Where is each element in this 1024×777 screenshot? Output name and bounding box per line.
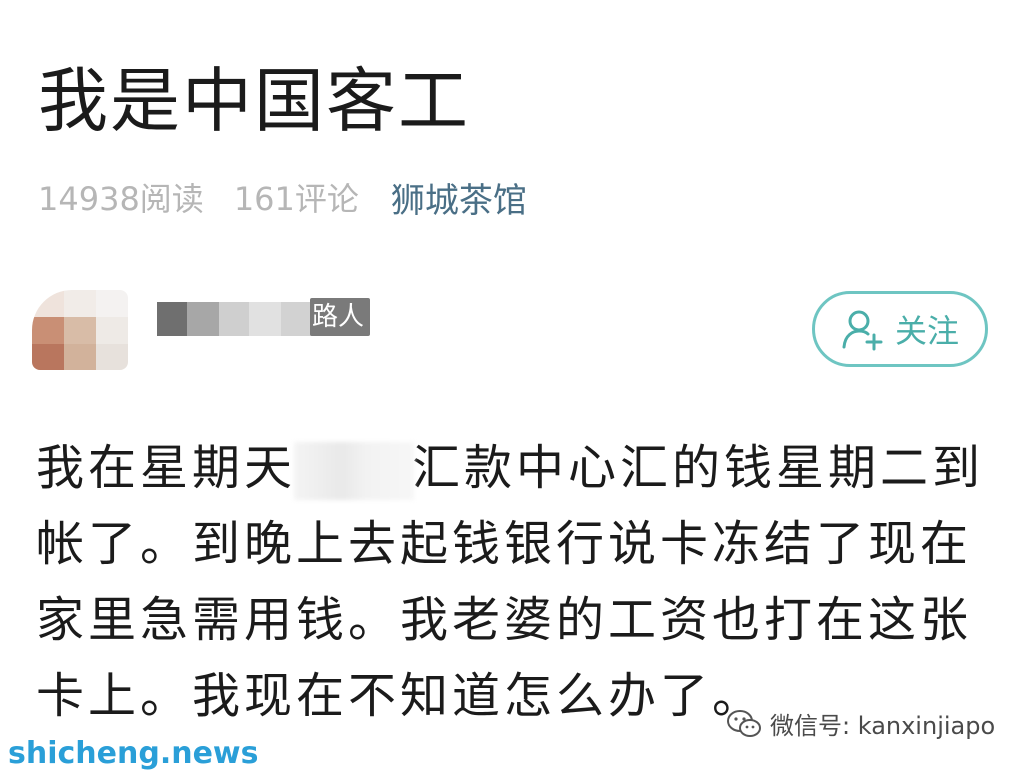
wechat-label: 微信号: kanxinjiapo <box>770 712 996 740</box>
content-line: 帐了。到晚上去起钱银行说卡冻结了现在 <box>36 516 973 572</box>
read-count: 14938阅读 <box>38 180 204 218</box>
follow-button[interactable]: 关注 <box>812 291 988 367</box>
author-name[interactable]: 路人 <box>310 298 371 336</box>
forum-link[interactable]: 狮城茶馆 <box>391 173 527 222</box>
post-meta: 14938阅读 161评论 狮城茶馆 <box>38 172 527 222</box>
add-user-icon <box>842 310 883 351</box>
content-text: 汇款中心汇的钱星期二到 <box>412 440 985 496</box>
post-title: 我是中国客工 <box>38 60 470 142</box>
redacted-text <box>294 442 415 500</box>
site-watermark: shicheng.news <box>8 736 259 771</box>
content-line: 家里急需用钱。我老婆的工资也打在这张 <box>36 592 973 648</box>
content-text: 我在星期天 <box>36 440 297 496</box>
wechat-id: 微信号: kanxinjiapo <box>726 706 995 741</box>
post-content: 我在星期天 汇款中心汇的钱星期二到 帐了。到晚上去起钱银行说卡冻结了现在 家里急需… <box>36 430 996 734</box>
wechat-icon <box>727 709 761 737</box>
content-line: 我在星期天 汇款中心汇的钱星期二到 <box>36 430 996 506</box>
comment-count[interactable]: 161评论 <box>234 174 359 220</box>
avatar[interactable] <box>32 290 128 370</box>
follow-label: 关注 <box>894 312 959 350</box>
